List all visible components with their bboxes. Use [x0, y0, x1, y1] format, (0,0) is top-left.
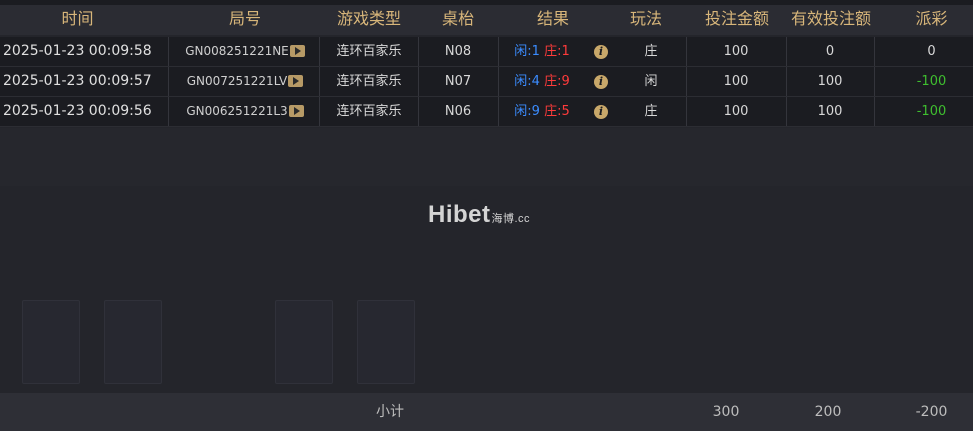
bet-cell: 100	[723, 104, 749, 119]
round-id: GN006251221L3	[186, 104, 288, 118]
table-cell: N07	[444, 74, 472, 89]
column-divider	[874, 67, 875, 96]
header-round: 局号	[228, 9, 261, 28]
banker-label: 庄:	[544, 74, 562, 89]
payout-cell: -100	[916, 104, 947, 119]
round-cell: GN006251221L3	[170, 97, 320, 126]
info-icon[interactable]: i	[594, 104, 608, 119]
header-payout: 派彩	[915, 9, 948, 28]
info-cell: i	[586, 37, 616, 66]
column-divider	[874, 97, 875, 126]
payout-cell: -100	[916, 74, 947, 89]
info-cell: i	[586, 97, 616, 126]
subtotal-bar: 小计 300 200 -200	[0, 393, 973, 431]
result-cell: 闲:4 庄:9	[498, 67, 586, 96]
play-video-icon[interactable]	[288, 74, 304, 87]
bet-cell: 100	[723, 74, 749, 89]
time-cell: 2025-01-23 00:09:56	[3, 103, 152, 119]
banker-value: 5	[561, 104, 570, 119]
info-icon[interactable]: i	[594, 74, 608, 89]
result-cell: 闲:9 庄:5	[498, 97, 586, 126]
subtotal-bet: 300	[712, 404, 740, 420]
header-valid-bet: 有效投注额	[790, 9, 871, 28]
column-divider	[874, 37, 875, 66]
player-label: 闲:	[514, 104, 532, 119]
subtotal-label: 小计	[376, 404, 404, 420]
player-label: 闲:	[514, 44, 532, 59]
watermark-suffix: 海博.cc	[491, 213, 531, 225]
faded-band	[0, 128, 973, 186]
play-cell: 闲	[644, 74, 658, 89]
valid-bet-cell: 100	[817, 74, 843, 89]
result-cell: 闲:1 庄:1	[498, 37, 586, 66]
valid-bet-cell: 0	[825, 44, 835, 59]
watermark-brand: Hibet	[428, 201, 491, 228]
round-id: GN008251221NE	[185, 44, 289, 58]
faded-card	[22, 300, 80, 384]
player-label: 闲:	[514, 74, 532, 89]
banker-label: 庄:	[544, 44, 562, 59]
header-play: 玩法	[629, 9, 662, 28]
info-icon[interactable]: i	[594, 44, 608, 59]
game-type-cell: 连环百家乐	[336, 44, 402, 59]
round-id: GN007251221LV	[186, 74, 288, 88]
player-value: 1	[531, 44, 540, 59]
faded-card	[104, 300, 162, 384]
info-cell: i	[586, 67, 616, 96]
table-row: 2025-01-23 00:09:57 GN007251221LV 连环百家乐 …	[0, 67, 973, 97]
faded-card	[357, 300, 415, 384]
valid-bet-cell: 100	[817, 104, 843, 119]
header-table: 桌枱	[441, 9, 474, 28]
round-cell: GN008251221NE	[170, 37, 320, 66]
table-cell: N08	[444, 44, 472, 59]
column-divider	[168, 97, 169, 126]
player-value: 4	[531, 74, 540, 89]
banker-label: 庄:	[544, 104, 562, 119]
play-video-icon[interactable]	[289, 44, 305, 57]
faded-card	[275, 300, 333, 384]
play-cell: 庄	[644, 44, 658, 59]
table-row: 2025-01-23 00:09:58 GN008251221NE 连环百家乐 …	[0, 37, 973, 67]
time-cell: 2025-01-23 00:09:57	[3, 73, 152, 89]
header-bet: 投注金额	[704, 9, 769, 28]
header-result: 结果	[536, 9, 569, 28]
banker-value: 1	[561, 44, 570, 59]
table-header: 时间 局号 游戏类型 桌枱 结果 玩法 投注金额 有效投注额 派彩	[0, 5, 973, 35]
play-cell: 庄	[644, 104, 658, 119]
banker-value: 9	[561, 74, 570, 89]
table-cell: N06	[444, 104, 472, 119]
column-divider	[168, 67, 169, 96]
header-time: 时间	[61, 9, 94, 28]
hibet-watermark-logo: Hibet海博.cc	[428, 201, 530, 229]
play-video-icon[interactable]	[288, 104, 304, 117]
game-type-cell: 连环百家乐	[336, 74, 402, 89]
player-value: 9	[531, 104, 540, 119]
game-type-cell: 连环百家乐	[336, 104, 402, 119]
payout-cell: 0	[927, 44, 936, 59]
header-game-type: 游戏类型	[336, 9, 401, 28]
column-divider	[168, 37, 169, 66]
bet-cell: 100	[723, 44, 749, 59]
round-cell: GN007251221LV	[170, 67, 320, 96]
table-row: 2025-01-23 00:09:56 GN006251221L3 连环百家乐 …	[0, 97, 973, 127]
subtotal-valid-bet: 200	[814, 404, 842, 420]
faded-detail-panel	[0, 128, 973, 393]
subtotal-payout: -200	[915, 404, 948, 420]
time-cell: 2025-01-23 00:09:58	[3, 43, 152, 59]
